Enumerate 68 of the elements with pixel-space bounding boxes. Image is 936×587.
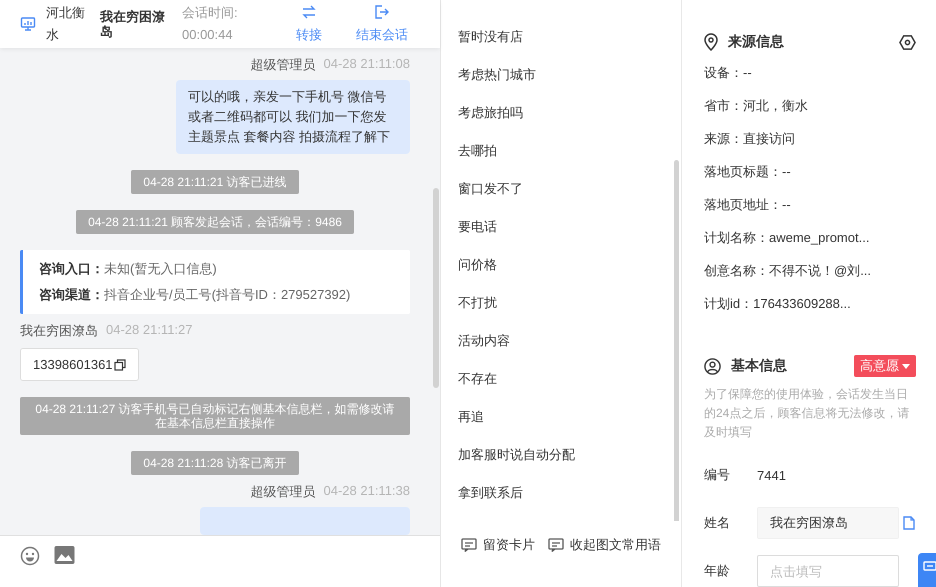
info-label: 咨询入口： — [39, 261, 104, 276]
section-title: 基本信息 — [731, 357, 787, 375]
quick-phrase[interactable]: 活动内容 — [441, 331, 681, 369]
source-info-row-text: 设备：-- — [704, 64, 753, 82]
quick-phrase[interactable]: 去哪拍 — [441, 141, 681, 179]
quick-phrase[interactable]: 不存在 — [441, 369, 681, 407]
source-info-row-text: 计划id：176433609288... — [704, 295, 852, 313]
source-info-row-text: 省市：河北，衡水 — [704, 97, 809, 115]
session-duration: 00:00:44 — [182, 26, 234, 44]
exit-icon — [374, 4, 390, 20]
source-info-row-text: 创意名称：不得不说！@刘... — [704, 262, 872, 280]
source-info-row-text: 计划名称：aweme_promot... — [704, 229, 870, 247]
quick-phrase[interactable]: 要电话 — [441, 217, 681, 255]
info-value: 未知(暂无入口信息) — [104, 261, 217, 276]
sender-name: 超级管理员 — [250, 483, 316, 501]
quick-phrase[interactable]: 考虑旅拍吗 — [441, 103, 681, 141]
system-notice: 04-28 21:11:28 访客已离开 — [131, 451, 299, 475]
message-card-icon — [548, 538, 564, 552]
message-time: 04-28 21:11:27 — [106, 322, 192, 339]
message-bubble: 可以的哦，亲发一下手机号 微信号或者二维码都可以 我们加一下您发主题景点 套餐内容 拍摄流程了解下 — [176, 80, 410, 154]
phone-number: 13398601361 — [33, 357, 113, 372]
quick-phrase[interactable]: 问价格 — [441, 255, 681, 293]
quick-phrase[interactable]: 考虑热门城市 — [441, 65, 681, 103]
info-value: 抖音企业号/员工号(抖音号ID：279527392) — [104, 287, 350, 302]
monitor-icon — [20, 16, 36, 32]
system-notice: 04-28 21:11:21 顾客发起会话，会话编号：9486 — [76, 210, 354, 234]
location-pin-icon — [704, 33, 718, 51]
quick-phrase[interactable]: 拿到联系后 — [441, 483, 681, 521]
phrase-action-button[interactable]: 收起图文常用语 — [548, 536, 661, 554]
sender-name: 我在穷困潦岛 — [20, 322, 98, 340]
system-notice: 04-28 21:11:21 访客已进线 — [131, 170, 299, 194]
field-value: 7441 — [757, 468, 786, 482]
emoji-icon[interactable] — [20, 546, 40, 566]
user-circle-icon — [704, 358, 721, 374]
info-label: 咨询渠道： — [39, 287, 104, 302]
scrollbar[interactable] — [674, 160, 679, 521]
sender-name: 超级管理员 — [250, 56, 316, 74]
visitor-name: 我在穷困潦岛 — [100, 9, 166, 39]
quick-phrase[interactable]: 窗口发不了 — [441, 179, 681, 217]
input-field[interactable]: 我在穷困潦岛 — [757, 507, 899, 539]
document-icon[interactable] — [903, 516, 915, 530]
field-label: 姓名 — [704, 514, 731, 532]
settings-icon[interactable] — [899, 34, 916, 50]
scrollbar[interactable] — [433, 188, 439, 388]
swap-arrows-icon — [301, 4, 317, 20]
notice-text: 为了保障您的使用体验，会话发生当日的24点之后，顾客信息将无法修改，请及时填写 — [704, 386, 910, 441]
chat-icon — [923, 561, 936, 573]
quick-phrase[interactable]: 不打扰 — [441, 293, 681, 331]
field-label: 编号 — [704, 466, 731, 484]
image-icon[interactable] — [54, 546, 75, 564]
quick-phrase[interactable]: 加客服时说自动分配 — [441, 445, 681, 483]
source-info-row-text: 落地页地址：-- — [704, 196, 792, 214]
source-info-row-text: 来源：直接访问 — [704, 130, 796, 148]
duration-label: 会话时间: — [182, 4, 239, 22]
copy-icon[interactable] — [114, 358, 126, 370]
message-time: 04-28 21:11:08 — [324, 56, 410, 73]
visitor-location: 河北衡水 — [46, 4, 86, 44]
quick-phrase[interactable]: 暂时没有店 — [441, 27, 681, 65]
quick-phrase[interactable]: 再追 — [441, 407, 681, 445]
input-field[interactable]: 点击填写 — [757, 555, 899, 587]
message-card-icon — [461, 538, 477, 552]
section-title: 来源信息 — [728, 33, 784, 51]
phrase-action-button[interactable]: 留资卡片 — [461, 536, 535, 554]
caret-icon — [902, 364, 910, 368]
source-info-row-text: 落地页标题：-- — [704, 163, 792, 181]
system-notice: 04-28 21:11:27 访客手机号已自动标记右侧基本信息栏，如需修改请在基本信息栏直接操作 — [20, 397, 410, 435]
field-label: 年龄 — [704, 562, 731, 580]
message-time: 04-28 21:11:38 — [324, 483, 410, 500]
